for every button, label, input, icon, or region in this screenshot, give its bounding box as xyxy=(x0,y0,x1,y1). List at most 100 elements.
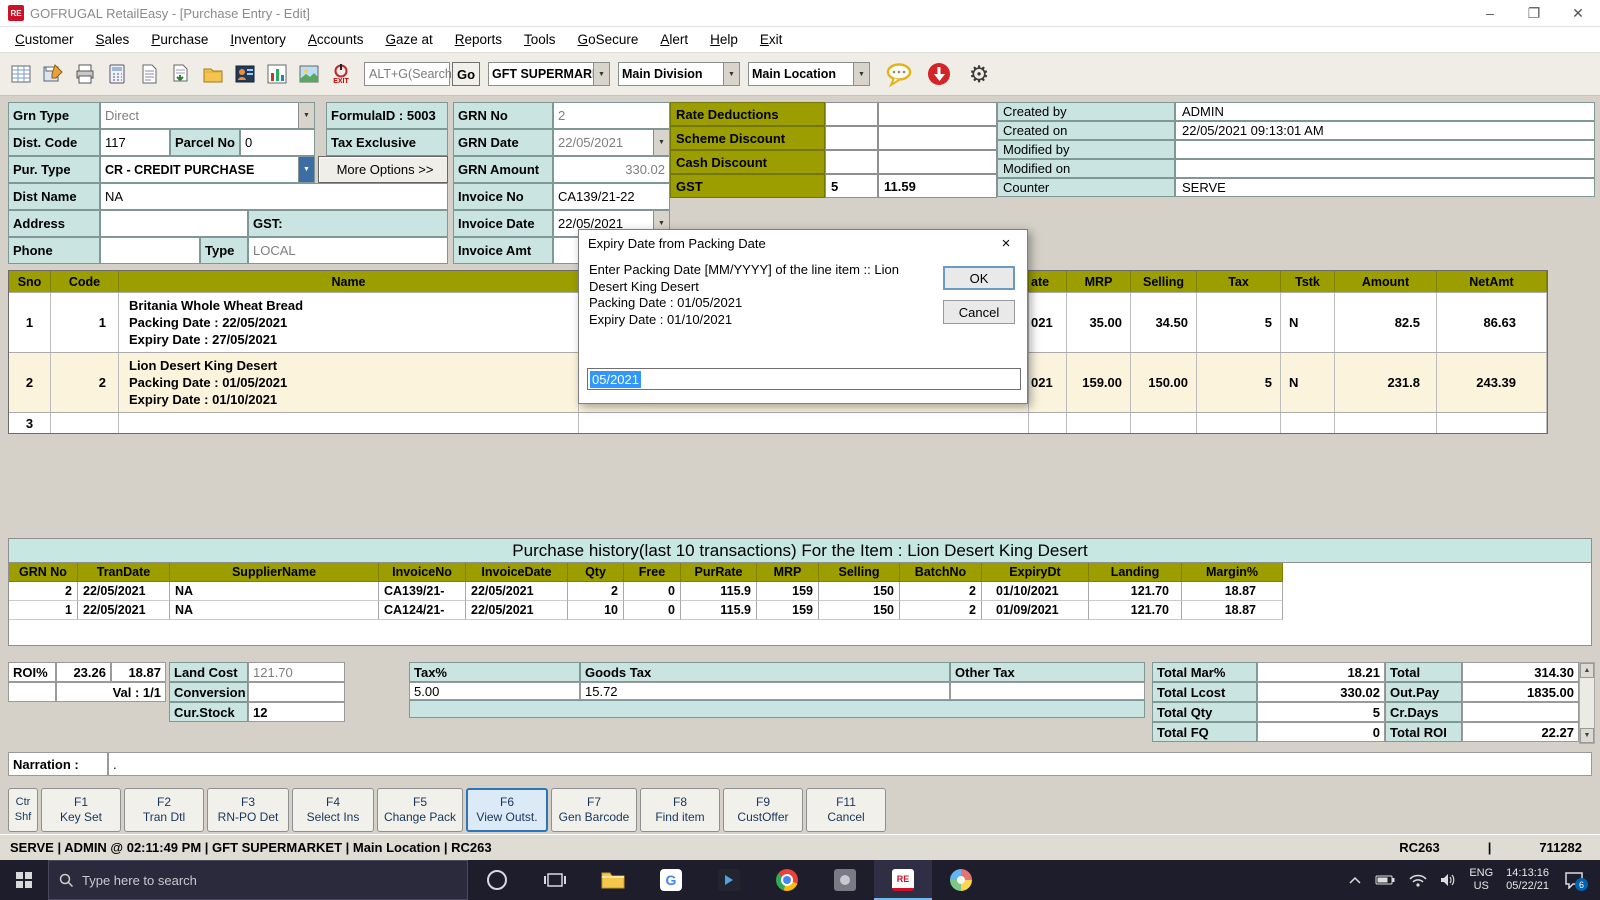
retaileasy-taskbar-icon[interactable]: RE xyxy=(874,860,932,900)
chat-icon[interactable] xyxy=(884,56,914,92)
history-row[interactable]: 1 22/05/2021 NA CA124/21- 22/05/2021 10 … xyxy=(9,601,1591,620)
battery-icon[interactable] xyxy=(1375,872,1396,888)
fkey-f5-change-pack[interactable]: F5Change Pack xyxy=(377,788,463,832)
menu-customer[interactable]: Customer xyxy=(4,32,85,47)
menu-tools[interactable]: Tools xyxy=(513,32,567,47)
image-icon[interactable] xyxy=(294,56,324,92)
cancel-button[interactable]: Cancel xyxy=(943,300,1015,324)
division-select[interactable]: Main Division ▼ xyxy=(618,62,740,86)
fkey-f4-select-ins[interactable]: F4Select Ins xyxy=(292,788,374,832)
file-explorer-icon[interactable] xyxy=(584,860,642,900)
calculator-icon[interactable] xyxy=(102,56,132,92)
modified-by-value xyxy=(1175,140,1595,159)
exit-power-icon[interactable]: EXIT xyxy=(326,56,356,92)
company-select[interactable]: GFT SUPERMARKI ▼ xyxy=(488,62,610,86)
cash-discount-pct[interactable] xyxy=(825,150,878,174)
go-button[interactable]: Go xyxy=(452,62,480,86)
cortana-icon[interactable] xyxy=(468,860,526,900)
item-card-icon[interactable] xyxy=(230,56,260,92)
parcel-no-field[interactable]: 0 xyxy=(240,129,315,156)
total-label: Total xyxy=(1385,662,1462,682)
taskbar-clock[interactable]: 14:13:16 05/22/21 xyxy=(1506,867,1549,893)
menu-gaze-at[interactable]: Gaze at xyxy=(374,32,443,47)
dist-code-field[interactable]: 117 xyxy=(100,129,170,156)
scheme-discount-amt[interactable] xyxy=(878,126,997,150)
export-document-icon[interactable] xyxy=(166,56,196,92)
close-button[interactable]: ✕ xyxy=(1556,0,1600,26)
history-row[interactable]: 2 22/05/2021 NA CA139/21- 22/05/2021 2 0… xyxy=(9,582,1591,601)
global-search-input[interactable]: ALT+G(Search xyxy=(364,62,450,86)
fkey-f2-tran-dtl[interactable]: F2Tran Dtl xyxy=(124,788,204,832)
google-icon[interactable]: G xyxy=(642,860,700,900)
conversion-value[interactable] xyxy=(248,682,345,702)
maximize-button[interactable]: ❐ xyxy=(1512,0,1556,26)
menu-reports[interactable]: Reports xyxy=(444,32,513,47)
action-center-icon[interactable]: 6 xyxy=(1562,869,1586,891)
gst-amt[interactable]: 11.59 xyxy=(878,174,997,198)
menu-inventory[interactable]: Inventory xyxy=(219,32,297,47)
scroll-down-icon[interactable]: ▼ xyxy=(1580,728,1594,743)
totals-scrollbar[interactable]: ▲ ▼ xyxy=(1579,662,1595,744)
download-icon[interactable] xyxy=(924,56,954,92)
fkey-f8-find-item[interactable]: F8Find item xyxy=(640,788,720,832)
col-amount: Amount xyxy=(1335,271,1437,292)
scheme-discount-pct[interactable] xyxy=(825,126,878,150)
language-indicator[interactable]: ENG US xyxy=(1469,867,1493,893)
paint-app-icon[interactable] xyxy=(932,860,990,900)
menu-exit[interactable]: Exit xyxy=(749,32,794,47)
invoice-no-field[interactable]: CA139/21-22 xyxy=(553,183,670,210)
minimize-button[interactable]: – xyxy=(1468,0,1512,26)
packing-date-input[interactable]: 05/2021 xyxy=(587,368,1021,390)
settings-gear-icon[interactable]: ⚙ xyxy=(964,56,994,92)
dialog-close-icon[interactable]: × xyxy=(985,230,1027,256)
fkey-f3-rn-po-det[interactable]: F3RN-PO Det xyxy=(207,788,289,832)
task-view-icon[interactable] xyxy=(526,860,584,900)
dist-name-field[interactable]: NA xyxy=(100,183,448,210)
chart-icon[interactable] xyxy=(262,56,292,92)
taskbar-search-input[interactable]: Type here to search xyxy=(48,860,468,900)
rate-deductions-amt[interactable] xyxy=(878,102,997,126)
cash-discount-amt[interactable] xyxy=(878,150,997,174)
fkey-f6-view-outst[interactable]: F6View Outst. xyxy=(466,788,548,832)
fkey-f7-gen-barcode[interactable]: F7Gen Barcode xyxy=(551,788,637,832)
scroll-up-icon[interactable]: ▲ xyxy=(1580,663,1594,678)
new-entry-icon[interactable] xyxy=(6,56,36,92)
location-select[interactable]: Main Location ▼ xyxy=(748,62,870,86)
menu-gosecure[interactable]: GoSecure xyxy=(567,32,650,47)
fkey-f11-cancel[interactable]: F11Cancel xyxy=(806,788,886,832)
open-folder-icon[interactable] xyxy=(198,56,228,92)
rate-deductions-pct[interactable] xyxy=(825,102,878,126)
fkey-f9-custoffer[interactable]: F9CustOffer xyxy=(723,788,803,832)
menu-help[interactable]: Help xyxy=(699,32,749,47)
save-icon[interactable] xyxy=(38,56,68,92)
menu-purchase[interactable]: Purchase xyxy=(140,32,219,47)
camera-app-icon[interactable] xyxy=(816,860,874,900)
hidden-icons-chevron-icon[interactable] xyxy=(1348,875,1362,885)
media-app-icon[interactable] xyxy=(700,860,758,900)
grn-no-field[interactable]: 2 xyxy=(553,102,670,129)
fkey-f1-key-set[interactable]: F1Key Set xyxy=(41,788,121,832)
fkey-ctr-shf[interactable]: CtrShf xyxy=(8,788,38,832)
speaker-icon[interactable] xyxy=(1440,873,1456,887)
narration-input[interactable]: . xyxy=(108,752,1592,776)
grn-type-select[interactable]: Direct ▼ xyxy=(100,102,315,129)
grn-header-form: Grn Type Direct ▼ FormulaID : 5003 GRN N… xyxy=(8,102,670,264)
type-field[interactable]: LOCAL xyxy=(248,237,448,264)
menu-alert[interactable]: Alert xyxy=(649,32,699,47)
wifi-icon[interactable] xyxy=(1409,873,1427,887)
phone-field[interactable] xyxy=(100,237,200,264)
total-lcost-value: 330.02 xyxy=(1257,682,1385,702)
menu-sales[interactable]: Sales xyxy=(85,32,141,47)
start-button[interactable] xyxy=(0,860,48,900)
pur-type-select[interactable]: CR - CREDIT PURCHASE ▼ xyxy=(100,156,315,183)
print-icon[interactable] xyxy=(70,56,100,92)
grn-date-field[interactable]: 22/05/2021 ▼ xyxy=(553,129,670,156)
ok-button[interactable]: OK xyxy=(943,266,1015,290)
more-options-button[interactable]: More Options >> xyxy=(318,156,448,183)
address-field[interactable] xyxy=(100,210,248,237)
menu-accounts[interactable]: Accounts xyxy=(297,32,375,47)
chrome-icon[interactable] xyxy=(758,860,816,900)
gst-pct[interactable]: 5 xyxy=(825,174,878,198)
item-row-3[interactable]: 3 xyxy=(9,412,1547,433)
document-icon[interactable] xyxy=(134,56,164,92)
